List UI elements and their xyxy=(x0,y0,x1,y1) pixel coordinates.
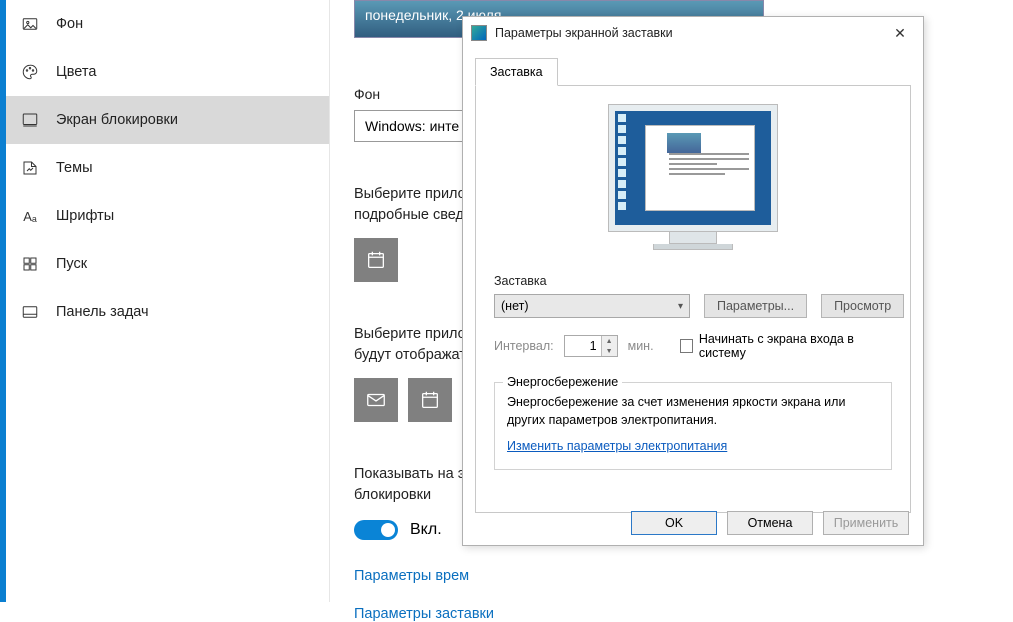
dialog-title-icon xyxy=(471,25,487,41)
screensaver-group-label: Заставка xyxy=(494,274,892,288)
power-fieldset: Энергосбережение Энергосбережение за сче… xyxy=(494,382,892,470)
interval-unit: мин. xyxy=(628,339,654,353)
sidebar-item-lockscreen[interactable]: Экран блокировки xyxy=(6,96,329,144)
ok-button[interactable]: OK xyxy=(631,511,717,535)
lock-screen-icon xyxy=(20,110,40,130)
power-settings-link[interactable]: Изменить параметры электропитания xyxy=(507,439,727,453)
time-settings-link[interactable]: Параметры врем xyxy=(354,568,989,584)
sidebar-item-label: Цвета xyxy=(56,64,96,80)
dropdown-value: (нет) xyxy=(501,299,529,313)
image-icon xyxy=(20,14,40,34)
taskbar-icon xyxy=(20,302,40,322)
screensaver-settings-link[interactable]: Параметры заставки xyxy=(354,606,989,622)
show-on-lock-toggle[interactable] xyxy=(354,520,398,540)
params-button[interactable]: Параметры... xyxy=(704,294,807,318)
interval-spinner[interactable]: ▲▼ xyxy=(564,335,618,357)
detailed-app-tile[interactable] xyxy=(354,238,398,282)
sidebar-item-label: Панель задач xyxy=(56,304,149,320)
dialog-title-text: Параметры экранной заставки xyxy=(495,26,885,40)
cancel-button[interactable]: Отмена xyxy=(727,511,813,535)
power-legend: Энергосбережение xyxy=(503,375,622,389)
monitor-preview xyxy=(608,104,778,250)
spinner-up-icon[interactable]: ▲ xyxy=(602,336,617,346)
tab-content: Заставка (нет) ▾ Параметры... Просмотр И… xyxy=(475,85,911,513)
fonts-icon: Aₐ xyxy=(20,206,40,226)
sidebar-item-label: Темы xyxy=(56,160,93,176)
tab-screensaver[interactable]: Заставка xyxy=(475,58,558,86)
quick-app-tile-mail[interactable] xyxy=(354,378,398,422)
combo-value: Windows: инте xyxy=(365,118,459,134)
sidebar-item-fonts[interactable]: Aₐ Шрифты xyxy=(6,192,329,240)
logon-checkbox-label: Начинать с экрана входа в систему xyxy=(699,332,892,360)
screensaver-dialog: Параметры экранной заставки ✕ Заставка З… xyxy=(462,16,924,546)
sidebar-item-label: Экран блокировки xyxy=(56,112,178,128)
start-icon xyxy=(20,254,40,274)
chevron-down-icon: ▾ xyxy=(678,301,683,312)
quick-app-tile-calendar[interactable] xyxy=(408,378,452,422)
interval-input[interactable] xyxy=(565,339,601,353)
sidebar-item-start[interactable]: Пуск xyxy=(6,240,329,288)
dialog-titlebar: Параметры экранной заставки ✕ xyxy=(463,17,923,49)
sidebar-item-colors[interactable]: Цвета xyxy=(6,48,329,96)
sidebar: Фон Цвета Экран блокировки Темы Aₐ Шрифт… xyxy=(6,0,330,602)
palette-icon xyxy=(20,62,40,82)
dialog-footer: OK Отмена Применить xyxy=(631,511,909,535)
sidebar-item-taskbar[interactable]: Панель задач xyxy=(6,288,329,336)
sidebar-item-label: Фон xyxy=(56,16,83,32)
apply-button[interactable]: Применить xyxy=(823,511,909,535)
screensaver-dropdown[interactable]: (нет) ▾ xyxy=(494,294,690,318)
sidebar-item-background[interactable]: Фон xyxy=(6,0,329,48)
toggle-state-label: Вкл. xyxy=(410,521,442,539)
sidebar-item-label: Пуск xyxy=(56,256,87,272)
themes-icon xyxy=(20,158,40,178)
power-description: Энергосбережение за счет изменения яркос… xyxy=(507,393,879,429)
spinner-down-icon[interactable]: ▼ xyxy=(602,346,617,356)
sidebar-item-label: Шрифты xyxy=(56,208,114,224)
preview-button[interactable]: Просмотр xyxy=(821,294,904,318)
interval-label: Интервал: xyxy=(494,339,554,353)
close-icon[interactable]: ✕ xyxy=(885,21,915,45)
logon-checkbox[interactable] xyxy=(680,339,693,353)
sidebar-item-themes[interactable]: Темы xyxy=(6,144,329,192)
